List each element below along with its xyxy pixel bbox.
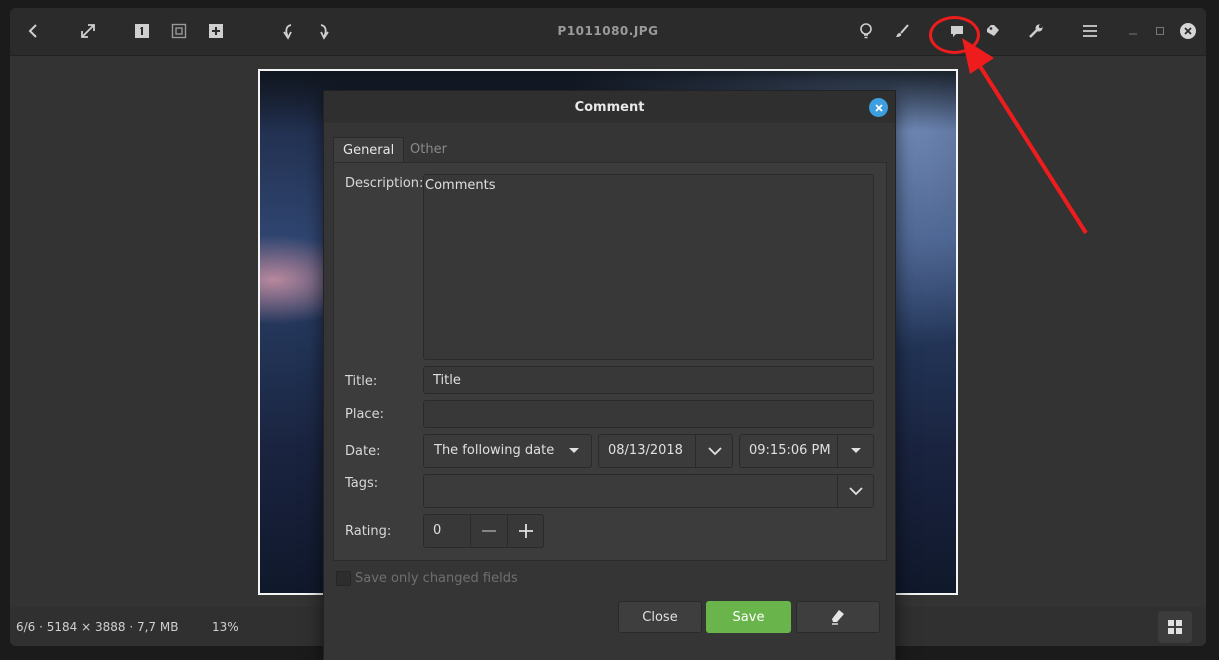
description-text: Comments [425, 178, 496, 193]
eraser-icon [832, 610, 844, 625]
close-icon[interactable] [1173, 16, 1203, 46]
title-field[interactable]: Title [423, 366, 874, 394]
title-label: Title: [345, 374, 378, 389]
rating-value: 0 [433, 523, 442, 538]
date-mode-select[interactable]: The following date [423, 434, 592, 468]
decrement-icon[interactable] [471, 515, 507, 547]
zoom-level: 13% [212, 620, 239, 634]
title-value: Title [433, 373, 461, 388]
time-value: 09:15:06 PM [749, 443, 831, 458]
rating-label: Rating: [345, 524, 392, 539]
dialog-title: Comment [574, 100, 645, 115]
chevron-down-icon[interactable] [838, 435, 874, 467]
brush-icon[interactable] [887, 16, 917, 46]
date-picker[interactable]: 08/13/2018 [598, 434, 733, 468]
maximize-icon[interactable] [1145, 16, 1175, 46]
place-label: Place: [345, 407, 384, 422]
place-field[interactable] [423, 400, 874, 428]
general-panel: Description: Comments Title: Title Place… [333, 162, 887, 561]
save-button[interactable]: Save [706, 601, 791, 633]
save-only-changed-row[interactable]: Save only changed fields [336, 571, 518, 586]
comment-dialog: Comment General Other Description: Comme… [323, 90, 896, 660]
clear-button[interactable] [796, 601, 880, 633]
tags-combo[interactable] [423, 474, 874, 508]
chevron-down-icon[interactable] [696, 435, 733, 467]
tab-general[interactable]: General [333, 137, 405, 164]
tags-label: Tags: [345, 476, 379, 491]
description-field[interactable]: Comments [423, 174, 874, 360]
annotation-arrow [962, 38, 1088, 235]
date-value: 08/13/2018 [608, 443, 683, 458]
minimize-icon[interactable] [1118, 16, 1148, 46]
time-picker[interactable]: 09:15:06 PM [739, 434, 874, 468]
dialog-close-icon[interactable] [869, 98, 888, 117]
chevron-down-icon[interactable] [838, 475, 874, 507]
save-only-changed-checkbox[interactable] [336, 571, 351, 586]
grid-icon[interactable] [1158, 611, 1192, 643]
image-info: 6/6 · 5184 × 3888 · 7,7 MB [16, 620, 179, 634]
date-label: Date: [345, 444, 381, 459]
description-label: Description: [345, 176, 424, 191]
lightbulb-icon[interactable] [851, 16, 881, 46]
close-button[interactable]: Close [618, 601, 702, 633]
save-only-changed-label: Save only changed fields [355, 571, 518, 586]
increment-icon[interactable] [508, 515, 544, 547]
date-mode-value: The following date [434, 443, 555, 458]
rating-stepper[interactable]: 0 [423, 514, 544, 548]
dialog-header: Comment [324, 91, 895, 123]
tab-other[interactable]: Other [401, 137, 456, 163]
chevron-down-icon [567, 435, 581, 467]
